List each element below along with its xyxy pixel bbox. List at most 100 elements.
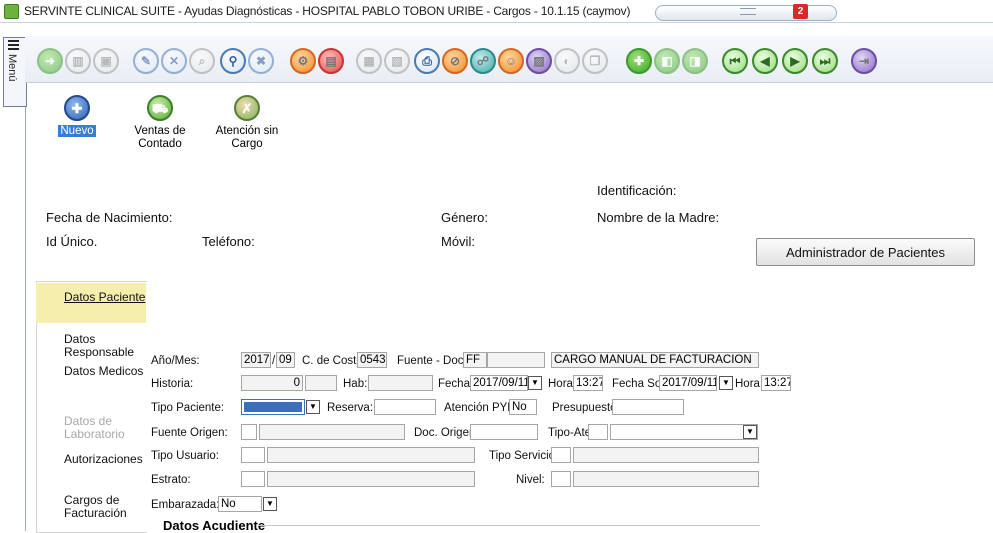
ventas-contado-button[interactable]: ⛟ Ventas de Contado — [134, 95, 186, 151]
tag-icon[interactable]: ◐ — [554, 48, 580, 74]
atencion-sin-cargo-button[interactable]: ✗ Atención sin Cargo — [202, 95, 292, 151]
last-icon[interactable]: ⏭ — [812, 48, 838, 74]
tab-cargos-facturacion[interactable]: Cargos de Facturación — [64, 494, 127, 520]
movil-label: Móvil: — [441, 234, 475, 249]
atencion-pyp-field[interactable]: No — [509, 399, 537, 415]
reserva-label: Reserva: — [327, 402, 374, 414]
menu-strip — [0, 36, 26, 531]
hamburger-icon[interactable] — [8, 40, 19, 50]
nivel-field[interactable] — [551, 471, 571, 487]
tipo-paciente-select[interactable] — [241, 399, 305, 415]
hora-sol-label: Hora: — [735, 378, 764, 390]
tipo-paciente-dropdown-icon[interactable]: ▼ — [306, 400, 320, 414]
tab-datos-paciente[interactable]: Datos Paciente — [64, 291, 145, 304]
tipo-usuario-field[interactable] — [241, 447, 265, 463]
doc-origen-label: Doc. Origen: — [414, 427, 479, 439]
printer-icon[interactable]: ⎙ — [414, 48, 440, 74]
lookup-icon[interactable]: ⌕ — [189, 48, 215, 74]
doc-origen-field[interactable] — [470, 424, 538, 440]
tipo-usuario-label: Tipo Usuario: — [151, 450, 219, 462]
estrato-field[interactable] — [241, 471, 265, 487]
prev-icon[interactable]: ◀ — [752, 48, 778, 74]
nuevo-label: Nuevo — [58, 125, 96, 137]
atencion-pyp-label: Atención PYP: — [444, 402, 519, 414]
notification-badge[interactable]: 2 — [793, 4, 808, 19]
embarazada-label: Embarazada: — [151, 499, 220, 511]
hora-sol-field[interactable]: 13:27 — [761, 375, 791, 391]
hora-field[interactable]: 13:27 — [573, 375, 603, 391]
add-icon[interactable]: ✚ — [626, 48, 652, 74]
historia-extra-field[interactable] — [305, 375, 337, 391]
settings-icon[interactable]: ⚙ — [290, 48, 316, 74]
tipo-ate-code-field[interactable] — [588, 424, 608, 440]
fuente-origen-field[interactable] — [241, 424, 257, 440]
tipo-servicio-field[interactable] — [551, 447, 571, 463]
search-icon[interactable]: ⚲ — [220, 48, 246, 74]
add-user-icon: ✚ — [64, 95, 90, 121]
hab-label: Hab: — [343, 378, 368, 390]
slash-label: / — [272, 355, 276, 367]
tab-cargos-line2: Facturación — [64, 506, 127, 520]
fuente-origen-desc — [259, 424, 405, 440]
first-icon[interactable]: ⏮ — [722, 48, 748, 74]
fecha-sol-field[interactable]: 2017/09/11 — [659, 375, 717, 391]
nuevo-button[interactable]: ✚ Nuevo — [55, 95, 99, 138]
tab-datos-medicos[interactable]: Datos Medicos — [64, 365, 143, 378]
nivel-desc — [573, 471, 759, 487]
tipo-usuario-desc — [267, 447, 475, 463]
nombre-madre-label: Nombre de la Madre: — [597, 210, 720, 225]
no-charge-icon: ✗ — [234, 95, 260, 121]
fecha-dropdown-icon[interactable]: ▼ — [528, 376, 542, 390]
chart-icon[interactable]: ▨ — [526, 48, 552, 74]
edit-icon[interactable]: ✎ — [133, 48, 159, 74]
tipo-ate-select[interactable] — [610, 424, 758, 440]
administrador-pacientes-button[interactable]: Administrador de Pacientes — [756, 238, 975, 266]
doc-field[interactable] — [487, 352, 545, 368]
new-doc-icon[interactable]: ➜ — [37, 48, 63, 74]
tab-autorizaciones[interactable]: Autorizaciones — [64, 453, 143, 466]
tab-datos-responsable[interactable]: Datos Responsable — [64, 333, 134, 359]
tab-datos-laboratorio-line2: Laboratorio — [64, 427, 125, 441]
fecha-label: Fecha: — [438, 378, 474, 390]
anio-field[interactable]: 2017 — [241, 352, 271, 368]
user-tree-icon[interactable]: ☍ — [470, 48, 496, 74]
mes-field[interactable]: 09 — [276, 352, 295, 368]
historia-field[interactable]: 0 — [241, 375, 303, 391]
person-edit-icon[interactable]: ☺ — [498, 48, 524, 74]
reserva-field[interactable] — [374, 399, 436, 415]
report-icon[interactable]: ▦ — [356, 48, 382, 74]
block-icon[interactable]: ⊘ — [442, 48, 468, 74]
back-doc-icon[interactable]: ◧ — [654, 48, 680, 74]
attach-icon[interactable]: ▧ — [384, 48, 410, 74]
trash-icon[interactable]: ▥ — [65, 48, 91, 74]
embarazada-dropdown-icon[interactable]: ▼ — [263, 497, 277, 511]
print-icon[interactable]: ▤ — [318, 48, 344, 74]
menu-label[interactable]: Menú — [6, 54, 18, 82]
grip-icon — [740, 8, 756, 15]
hab-field[interactable] — [368, 375, 433, 391]
nivel-label: Nivel: — [516, 474, 545, 486]
centro-costo-field[interactable]: 0543 — [357, 352, 387, 368]
genero-label: Género: — [441, 210, 488, 225]
cargo-desc-field: CARGO MANUAL DE FACTURACION — [551, 352, 759, 368]
estrato-label: Estrato: — [151, 474, 191, 486]
app-icon — [4, 4, 19, 19]
tipo-servicio-desc — [573, 447, 759, 463]
anio-mes-label: Año/Mes: — [151, 355, 200, 367]
section-divider — [258, 525, 760, 526]
cancel-icon[interactable]: ✕ — [161, 48, 187, 74]
exit-icon[interactable]: ⇥ — [851, 48, 877, 74]
tab-datos-laboratorio: Datos de Laboratorio — [64, 415, 125, 441]
fuente-field[interactable]: FF — [463, 352, 487, 368]
next-icon[interactable]: ▶ — [782, 48, 808, 74]
embarazada-select[interactable]: No — [218, 496, 262, 512]
fecha-field[interactable]: 2017/09/11 — [470, 375, 528, 391]
door-icon[interactable]: ◨ — [682, 48, 708, 74]
clear-filter-icon[interactable]: ✖ — [248, 48, 274, 74]
tipo-ate-dropdown-icon[interactable]: ▼ — [743, 425, 757, 439]
fuente-origen-label: Fuente Origen: — [151, 427, 228, 439]
copy-icon[interactable]: ❐ — [582, 48, 608, 74]
save-icon[interactable]: ▣ — [93, 48, 119, 74]
presupuesto-field[interactable] — [612, 399, 684, 415]
fecha-sol-dropdown-icon[interactable]: ▼ — [719, 376, 733, 390]
